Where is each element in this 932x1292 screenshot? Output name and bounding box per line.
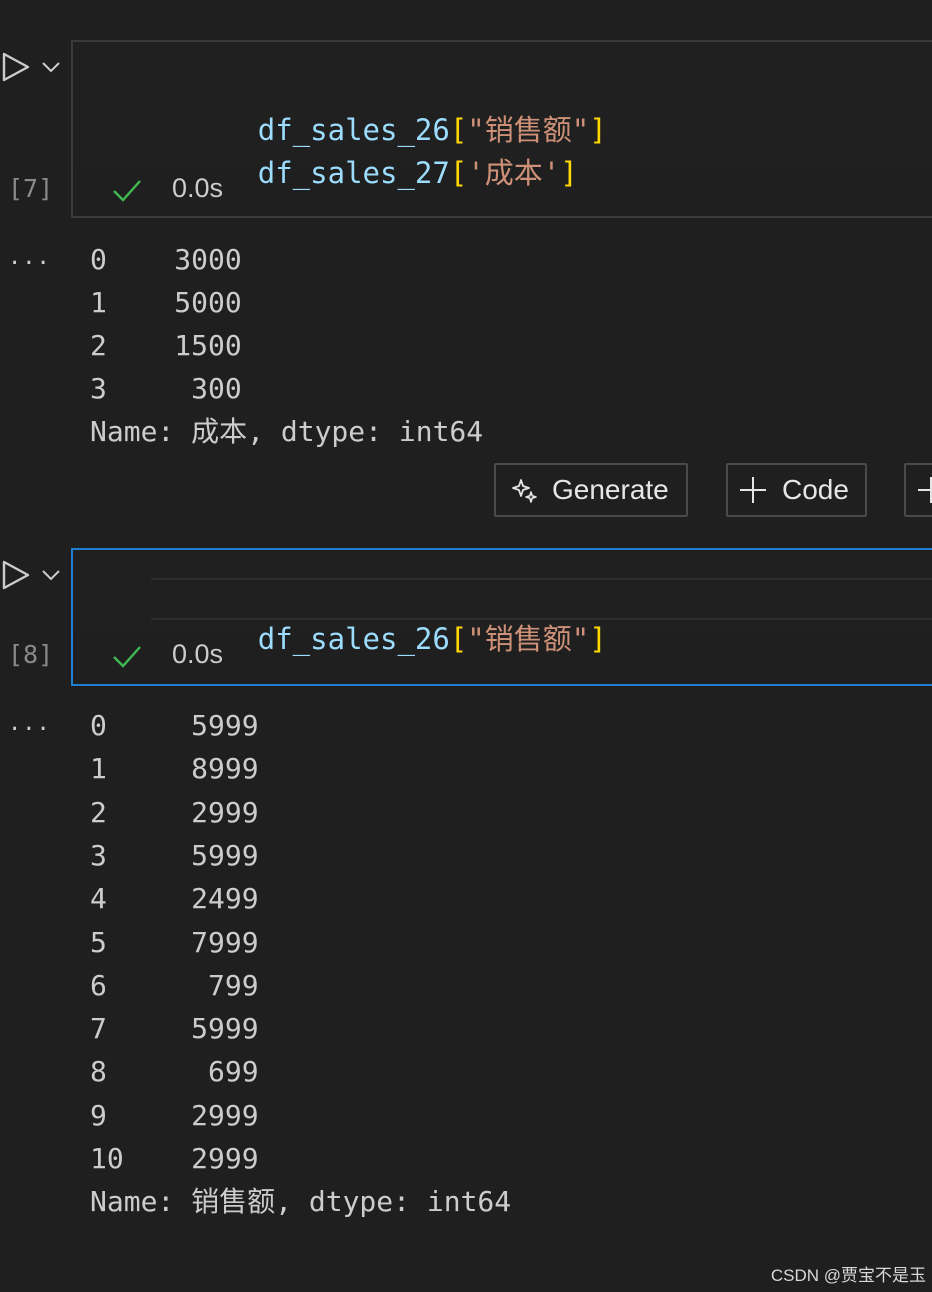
plus-icon xyxy=(740,477,766,503)
code-cell-8[interactable]: df_sales_26["销售额"] 0.0s xyxy=(71,548,932,686)
chevron-down-icon xyxy=(42,62,60,73)
add-markdown-cell-button[interactable] xyxy=(904,463,932,517)
output-line: 1 5000 xyxy=(90,286,242,319)
output-line: 9 2999 xyxy=(90,1098,259,1132)
run-icon xyxy=(2,52,30,82)
execution-count: [7] xyxy=(8,174,54,203)
output-actions-ellipsis[interactable]: ... xyxy=(8,711,51,736)
output-line: 3 300 xyxy=(90,372,242,405)
chevron-down-icon xyxy=(42,570,60,581)
run-cell-button[interactable] xyxy=(0,50,34,84)
code-token-bracket: ] xyxy=(589,113,607,147)
sparkle-icon xyxy=(512,479,537,503)
code-token-bracket: ] xyxy=(560,156,578,190)
output-actions-ellipsis[interactable]: ... xyxy=(8,245,51,270)
watermark: CSDN @贾宝不是玉 xyxy=(770,1266,926,1285)
add-code-cell-label: Code xyxy=(782,474,849,505)
output-line: 4 2499 xyxy=(90,882,259,916)
collapse-toggle[interactable] xyxy=(40,56,62,78)
output-line: 6 799 xyxy=(90,968,259,1002)
code-editor[interactable]: df_sales_26["销售额"] df_sales_27['成本'] xyxy=(73,42,932,190)
code-token-string: "销售额" xyxy=(467,622,590,656)
collapse-toggle[interactable] xyxy=(40,564,62,586)
output-line: Name: 成本, dtype: int64 xyxy=(90,415,484,448)
output-line: 3 5999 xyxy=(90,838,259,872)
check-icon xyxy=(111,176,143,206)
output-line: 7 5999 xyxy=(90,1012,259,1046)
output-line: 2 1500 xyxy=(90,329,242,362)
output-line: 10 2999 xyxy=(90,1142,259,1175)
code-token-variable: df_sales_27 xyxy=(257,156,450,190)
check-icon xyxy=(111,642,143,672)
generate-button-label: Generate xyxy=(552,474,669,505)
execution-count: [8] xyxy=(8,640,54,669)
execution-time: 0.0s xyxy=(172,173,224,203)
run-cell-button[interactable] xyxy=(0,558,34,592)
code-token-variable: df_sales_26 xyxy=(257,622,450,656)
run-icon xyxy=(2,560,30,590)
output-line: 5 7999 xyxy=(90,925,259,959)
code-token-string: '成本' xyxy=(467,156,561,190)
plus-icon xyxy=(918,477,932,503)
output-line: 2 2999 xyxy=(90,795,259,829)
code-token-bracket: [ xyxy=(449,156,468,190)
code-token-bracket: [ xyxy=(449,622,468,656)
output-line: 8 699 xyxy=(90,1055,259,1089)
output-line: 0 3000 xyxy=(90,243,242,276)
code-cell-7[interactable]: df_sales_26["销售额"] df_sales_27['成本'] 0.0… xyxy=(71,40,932,218)
code-token-bracket: ] xyxy=(589,622,607,656)
output-line: 0 5999 xyxy=(90,709,259,742)
output-line: Name: 销售额, dtype: int64 xyxy=(90,1185,512,1219)
generate-button[interactable]: Generate xyxy=(494,463,688,517)
code-editor[interactable]: df_sales_26["销售额"] xyxy=(73,550,932,656)
execution-time: 0.0s xyxy=(172,639,224,669)
add-code-cell-button[interactable]: Code xyxy=(726,463,867,517)
output-line: 1 8999 xyxy=(90,752,259,786)
